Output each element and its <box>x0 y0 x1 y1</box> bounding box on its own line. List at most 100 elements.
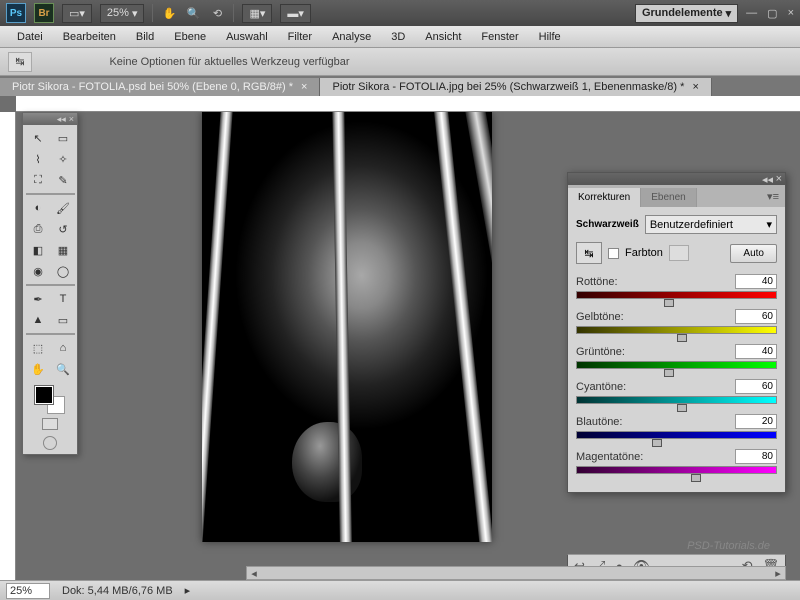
bridge-logo[interactable]: Br <box>34 3 54 23</box>
tool-preset-icon[interactable]: ↹ <box>8 52 32 72</box>
slider-value[interactable] <box>735 379 777 394</box>
slider-track[interactable] <box>576 361 777 369</box>
wand-tool[interactable]: ✧ <box>51 149 75 169</box>
blur-tool[interactable]: ◉ <box>26 261 50 281</box>
slider-track[interactable] <box>576 431 777 439</box>
slider-value[interactable] <box>735 449 777 464</box>
slider-thumb[interactable] <box>691 474 701 482</box>
hand-tool[interactable]: ✋ <box>26 359 50 379</box>
zoom-tool[interactable]: 🔍 <box>51 359 75 379</box>
workspace-switcher[interactable]: Grundelemente ▾ <box>635 4 738 23</box>
path-select-tool[interactable]: ▲ <box>26 310 50 330</box>
target-adjust-button[interactable]: ↹ <box>576 242 602 264</box>
slider-track[interactable] <box>576 466 777 474</box>
menu-3d[interactable]: 3D <box>382 28 414 46</box>
slider-track[interactable] <box>576 326 777 334</box>
arrange-docs-dropdown[interactable]: ▦▾ <box>242 4 272 23</box>
document-canvas[interactable] <box>202 112 492 542</box>
screen-mode-dropdown[interactable]: ▬▾ <box>280 4 311 23</box>
type-tool[interactable]: T <box>51 289 75 309</box>
workspace: ◂◂× ↖ ▭ ⌇ ✧ ⛶ ✎ ◐ 🖌 ⎙ ↺ ◧ ▦ ◉ ◯ ✒ T ▲ ▭ … <box>0 96 800 600</box>
close-icon[interactable]: × <box>776 173 782 185</box>
menu-ebene[interactable]: Ebene <box>165 28 215 46</box>
zoom-input[interactable]: 25% <box>6 583 50 599</box>
tab-korrekturen[interactable]: Korrekturen <box>568 188 641 207</box>
menu-bild[interactable]: Bild <box>127 28 163 46</box>
close-button[interactable]: × <box>788 7 794 20</box>
menu-bearbeiten[interactable]: Bearbeiten <box>54 28 125 46</box>
rotate-view-icon[interactable]: ⟲ <box>209 5 225 21</box>
slider-value[interactable] <box>735 414 777 429</box>
panel-header[interactable]: ◂◂× <box>23 113 77 125</box>
healing-tool[interactable]: ◐ <box>26 198 50 218</box>
adjustment-title: Schwarzweiß <box>576 219 639 230</box>
menu-filter[interactable]: Filter <box>279 28 321 46</box>
document-tab[interactable]: Piotr Sikora - FOTOLIA.jpg bei 25% (Schw… <box>320 78 711 96</box>
horizontal-scrollbar[interactable]: ◂▸ <box>246 566 786 580</box>
maximize-button[interactable]: ▢ <box>767 7 777 20</box>
tint-checkbox[interactable] <box>608 248 619 259</box>
preset-dropdown[interactable]: Benutzerdefiniert▾ <box>645 215 777 234</box>
color-swatches[interactable] <box>35 386 65 414</box>
slider-thumb[interactable] <box>664 369 674 377</box>
minimize-button[interactable]: — <box>746 7 757 20</box>
brush-tool[interactable]: 🖌 <box>51 198 75 218</box>
slider-value[interactable] <box>735 344 777 359</box>
menu-fenster[interactable]: Fenster <box>472 28 527 46</box>
screenmode-toggle[interactable] <box>43 436 57 450</box>
slider-value[interactable] <box>735 309 777 324</box>
slider-name: Blautöne: <box>576 416 622 428</box>
menu-auswahl[interactable]: Auswahl <box>217 28 277 46</box>
slider-name: Grüntöne: <box>576 346 625 358</box>
status-menu-icon[interactable]: ▸ <box>185 584 191 597</box>
ruler-vertical[interactable] <box>0 112 16 580</box>
slider-track[interactable] <box>576 396 777 404</box>
dodge-tool[interactable]: ◯ <box>51 261 75 281</box>
tint-swatch[interactable] <box>669 245 689 261</box>
slider-track[interactable] <box>576 291 777 299</box>
foreground-color[interactable] <box>35 386 53 404</box>
stamp-tool[interactable]: ⎙ <box>26 219 50 239</box>
menu-datei[interactable]: Datei <box>8 28 52 46</box>
gradient-tool[interactable]: ▦ <box>51 240 75 260</box>
status-bar: 25% Dok: 5,44 MB/6,76 MB ▸ <box>0 580 800 600</box>
shape-tool[interactable]: ▭ <box>51 310 75 330</box>
quickmask-toggle[interactable] <box>42 418 58 430</box>
document-tab-bar: Piotr Sikora - FOTOLIA.psd bei 50% (Eben… <box>0 76 800 96</box>
slider-thumb[interactable] <box>664 299 674 307</box>
options-bar: ↹ Keine Optionen für aktuelles Werkzeug … <box>0 48 800 76</box>
eraser-tool[interactable]: ◧ <box>26 240 50 260</box>
adjustments-panel: ◂◂ × Korrekturen Ebenen ▾≡ Schwarzweiß B… <box>567 172 786 493</box>
move-tool[interactable]: ↖ <box>26 128 50 148</box>
crop-tool[interactable]: ⛶ <box>26 170 50 190</box>
slider-name: Gelbtöne: <box>576 311 624 323</box>
close-icon[interactable]: × <box>301 81 307 93</box>
panel-menu-icon[interactable]: ▾≡ <box>761 186 785 207</box>
zoom-dropdown[interactable]: 25% ▾ <box>100 4 145 23</box>
tab-ebenen[interactable]: Ebenen <box>641 188 696 207</box>
3d-tool[interactable]: ⬚ <box>26 338 50 358</box>
hand-tool-icon[interactable]: ✋ <box>161 5 177 21</box>
slider-thumb[interactable] <box>652 439 662 447</box>
close-icon[interactable]: × <box>692 81 698 93</box>
3d-camera-tool[interactable]: ⌂ <box>51 338 75 358</box>
doc-size-label: Dok: 5,44 MB/6,76 MB <box>62 585 173 597</box>
ruler-horizontal[interactable] <box>16 96 800 112</box>
zoom-tool-icon[interactable]: 🔍 <box>185 5 201 21</box>
history-brush-tool[interactable]: ↺ <box>51 219 75 239</box>
auto-button[interactable]: Auto <box>730 244 777 263</box>
document-tab[interactable]: Piotr Sikora - FOTOLIA.psd bei 50% (Eben… <box>0 78 320 96</box>
panel-drag-bar[interactable]: ◂◂ × <box>568 173 785 185</box>
tint-label: Farbton <box>625 247 663 259</box>
menu-ansicht[interactable]: Ansicht <box>416 28 470 46</box>
slider-thumb[interactable] <box>677 404 687 412</box>
pen-tool[interactable]: ✒ <box>26 289 50 309</box>
menu-analyse[interactable]: Analyse <box>323 28 380 46</box>
menu-hilfe[interactable]: Hilfe <box>530 28 570 46</box>
eyedropper-tool[interactable]: ✎ <box>51 170 75 190</box>
marquee-tool[interactable]: ▭ <box>51 128 75 148</box>
slider-value[interactable] <box>735 274 777 289</box>
view-docs-dropdown[interactable]: ▭▾ <box>62 4 92 23</box>
lasso-tool[interactable]: ⌇ <box>26 149 50 169</box>
slider-thumb[interactable] <box>677 334 687 342</box>
